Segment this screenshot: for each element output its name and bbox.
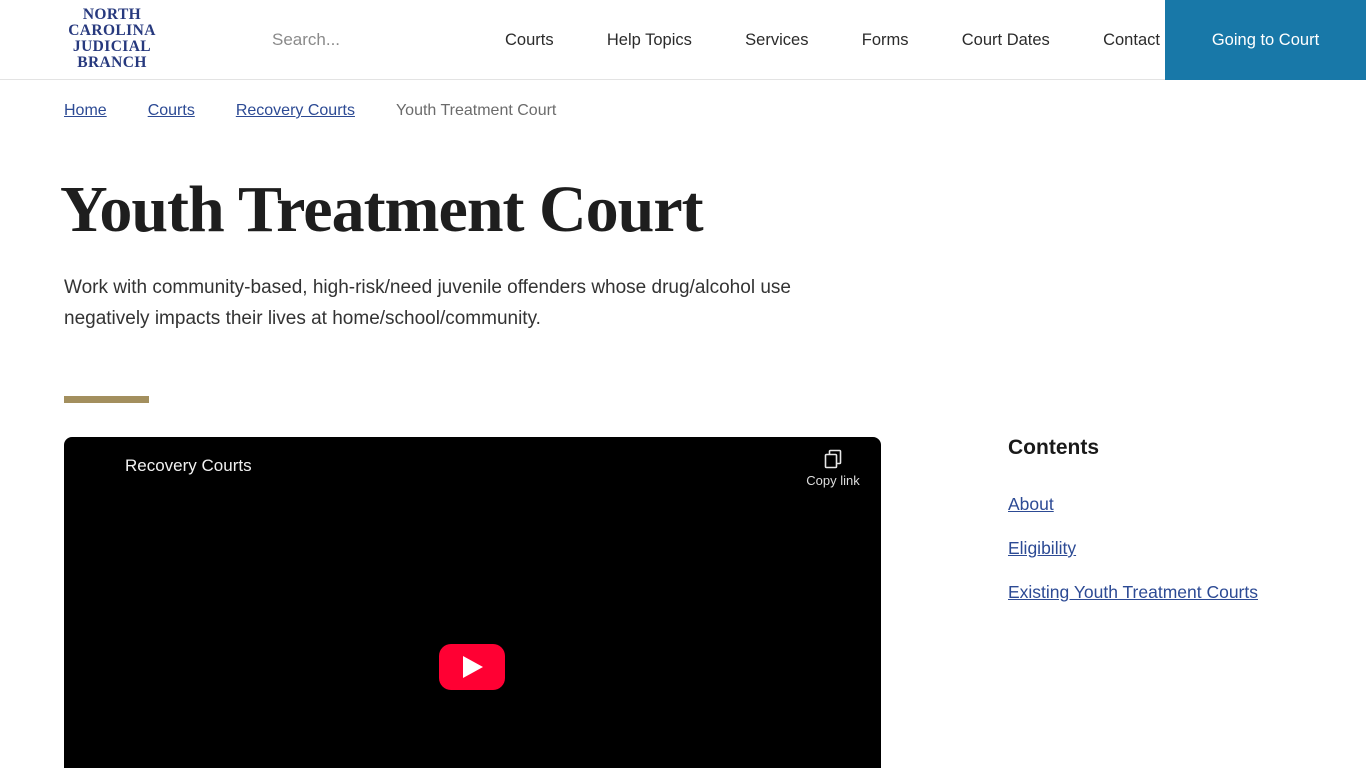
logo-line: NORTH xyxy=(82,6,142,23)
nav-item-courts[interactable]: Courts xyxy=(505,31,554,50)
breadcrumb-courts[interactable]: Courts xyxy=(148,102,195,120)
going-to-court-button[interactable]: Going to Court xyxy=(1165,0,1366,80)
contents-sidebar: Contents About Eligibility Existing Yout… xyxy=(1008,436,1308,626)
nav-item-services[interactable]: Services xyxy=(745,31,808,50)
main-nav: Courts Help Topics Services Forms Court … xyxy=(505,0,1160,80)
contents-link-existing-youth-treatment-courts[interactable]: Existing Youth Treatment Courts xyxy=(1008,582,1308,602)
nav-item-forms[interactable]: Forms xyxy=(862,31,909,50)
video-title[interactable]: Recovery Courts xyxy=(125,456,252,476)
site-header: NORTH CAROLINA JUDICIAL BRANCH Courts He… xyxy=(0,0,1366,80)
breadcrumb-current: Youth Treatment Court xyxy=(395,102,557,119)
nav-item-contact[interactable]: Contact xyxy=(1103,31,1160,50)
breadcrumb-recovery-courts[interactable]: Recovery Courts xyxy=(236,102,355,120)
nav-item-court-dates[interactable]: Court Dates xyxy=(962,31,1050,50)
copy-link-label: Copy link xyxy=(806,473,860,488)
site-logo[interactable]: NORTH CAROLINA JUDICIAL BRANCH xyxy=(62,7,162,71)
search-input[interactable] xyxy=(272,24,472,56)
breadcrumb: Home Courts Recovery Courts Youth Treatm… xyxy=(64,102,556,120)
gold-divider xyxy=(64,396,149,403)
copy-icon xyxy=(824,449,842,469)
logo-line: CAROLINA xyxy=(68,22,156,39)
contents-link-about[interactable]: About xyxy=(1008,494,1308,514)
page: NORTH CAROLINA JUDICIAL BRANCH Courts He… xyxy=(0,0,1366,768)
youtube-play-icon[interactable] xyxy=(439,644,505,690)
contents-heading: Contents xyxy=(1008,436,1099,459)
logo-line: BRANCH xyxy=(77,54,147,71)
copy-link-button[interactable]: Copy link xyxy=(800,449,866,488)
page-title: Youth Treatment Court xyxy=(60,173,704,246)
video-player[interactable]: Recovery Courts Copy link xyxy=(64,437,881,768)
intro-text: Work with community-based, high-risk/nee… xyxy=(64,277,791,329)
logo-line: JUDICIAL xyxy=(72,38,152,55)
breadcrumb-home[interactable]: Home xyxy=(64,102,107,120)
contents-link-eligibility[interactable]: Eligibility xyxy=(1008,538,1308,558)
nav-item-help-topics[interactable]: Help Topics xyxy=(607,31,692,50)
play-triangle-icon xyxy=(463,656,483,678)
